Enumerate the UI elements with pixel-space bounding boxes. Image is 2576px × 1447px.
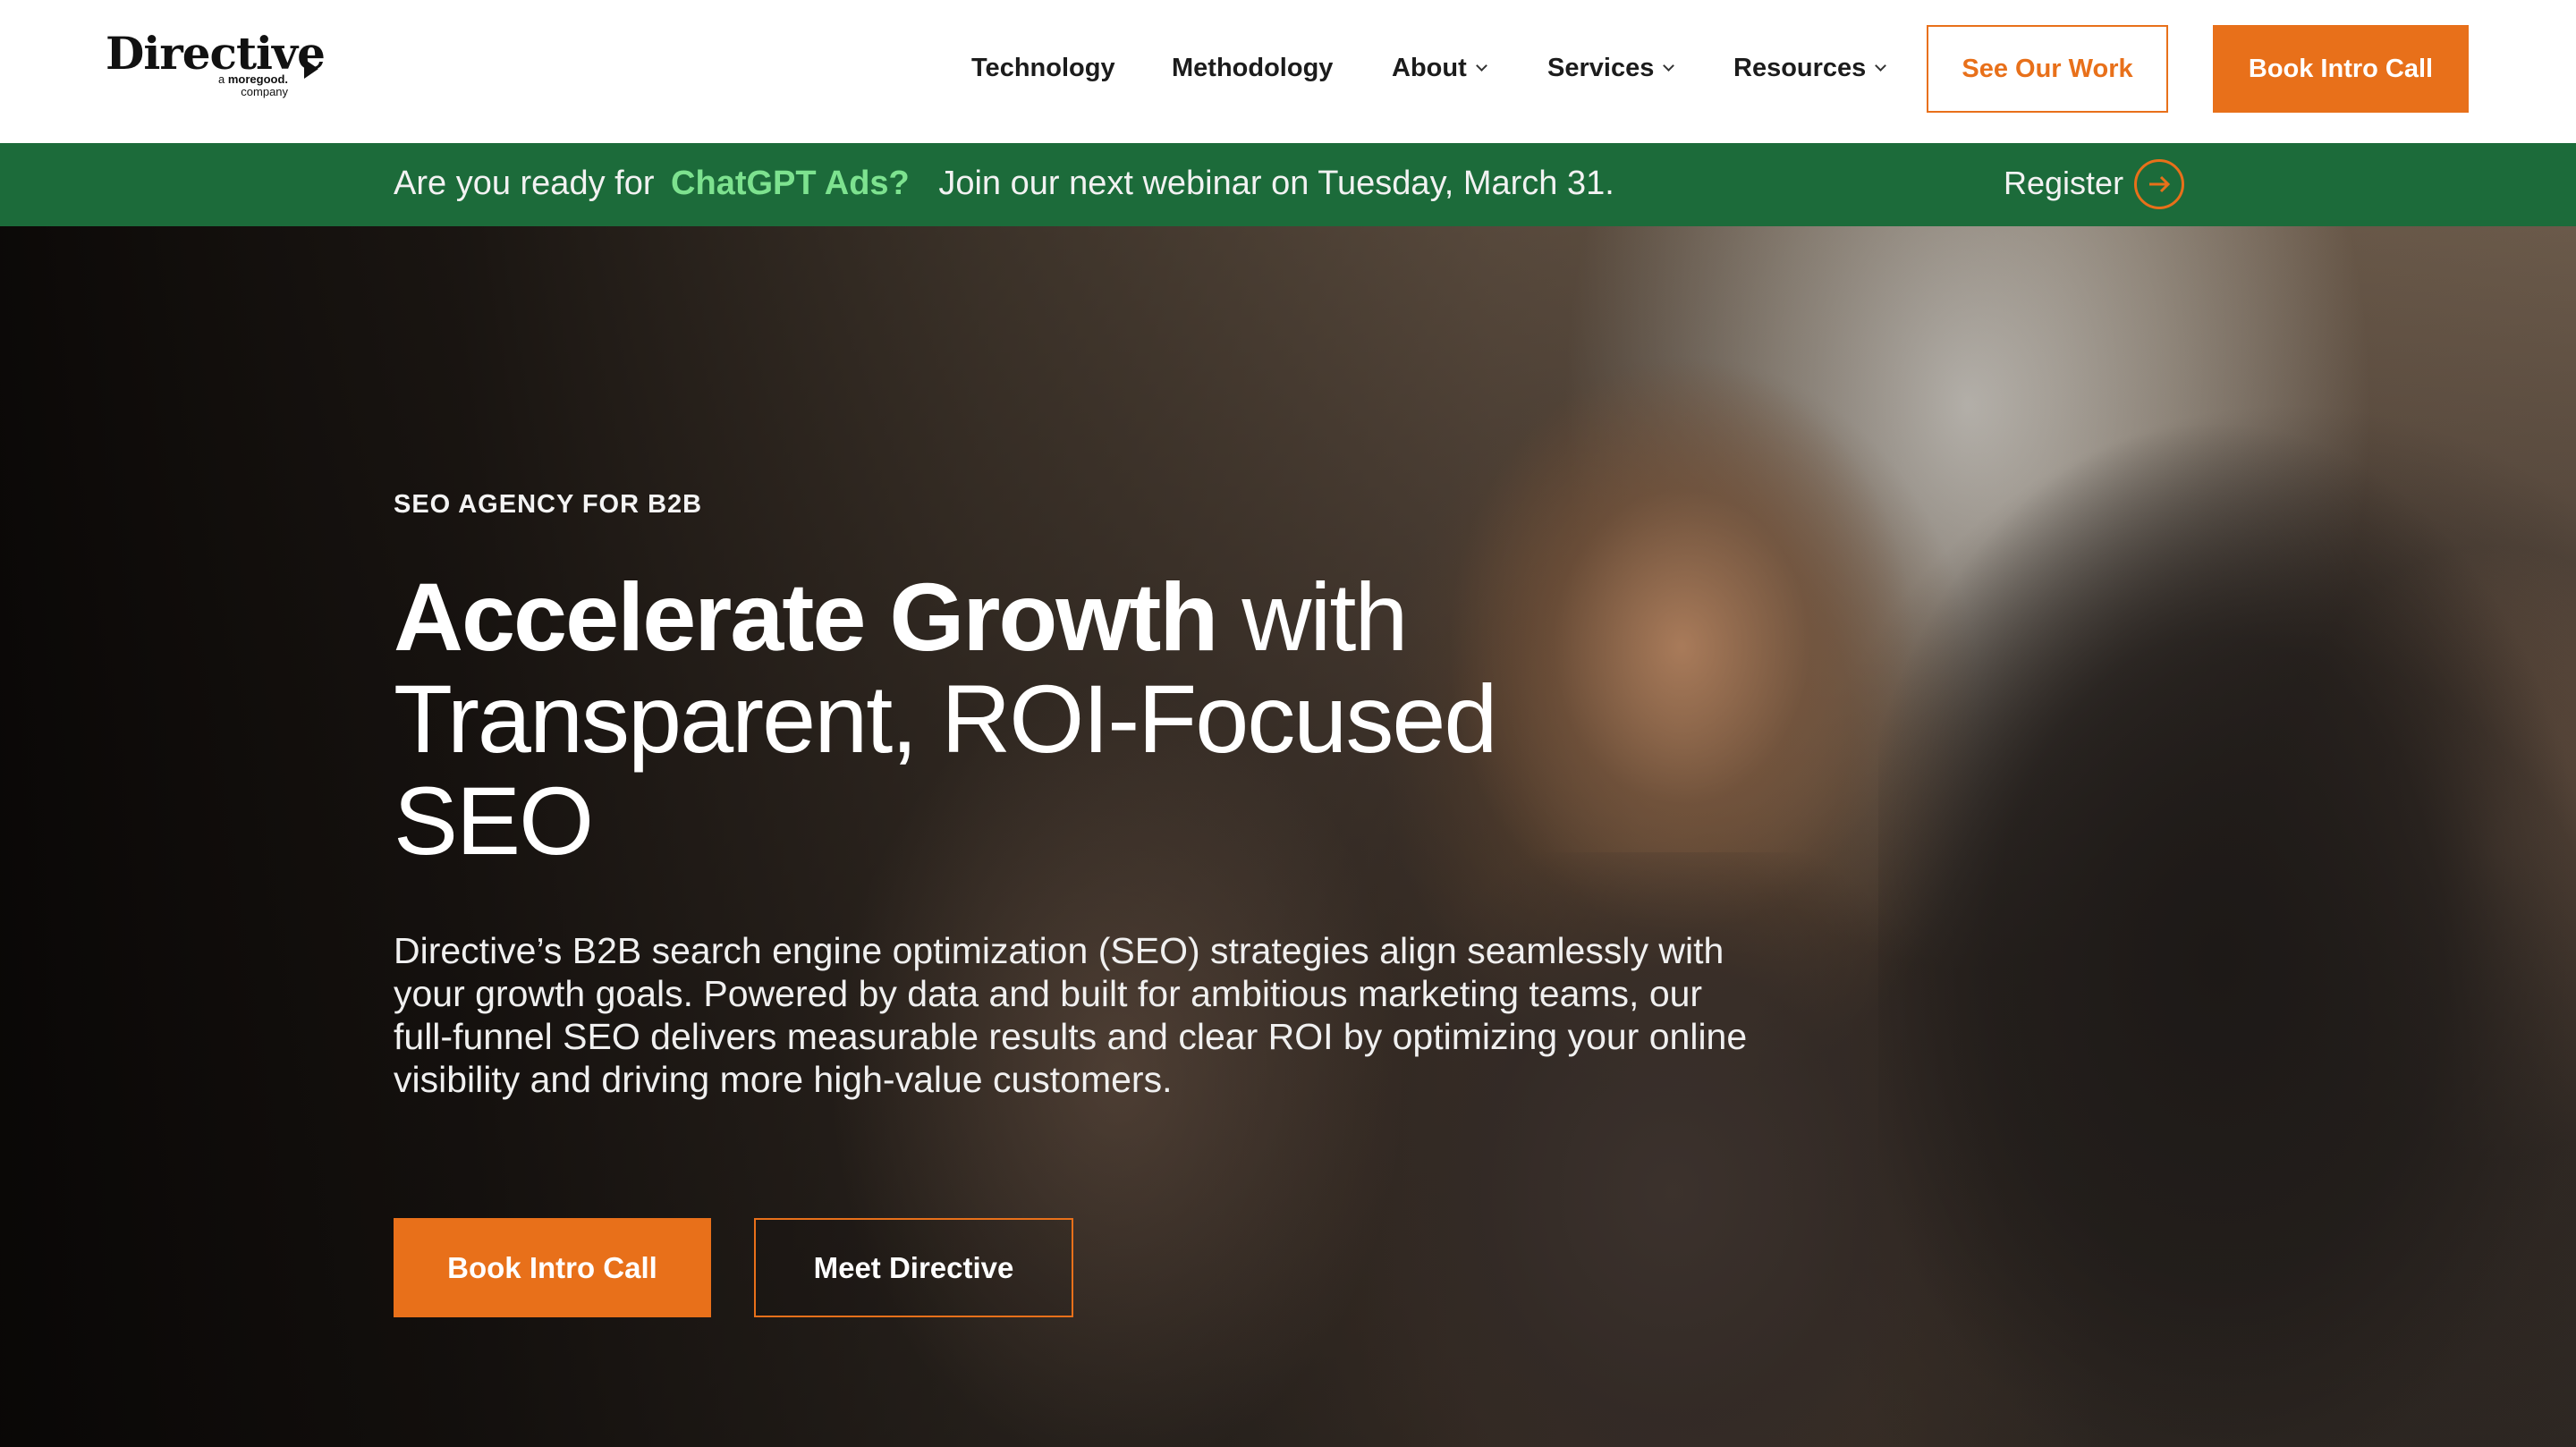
logo-sub-company: company	[241, 85, 289, 98]
headline-line-2: Transparent, ROI-Focused	[394, 664, 1497, 773]
chevron-down-icon	[1663, 60, 1675, 72]
see-our-work-button[interactable]: See Our Work	[1927, 25, 2168, 113]
logo-subline: a moregood. company	[218, 73, 288, 98]
hero-description: Directive’s B2B search engine optimizati…	[394, 930, 1748, 1100]
nav-resources-label: Resources	[1733, 54, 1867, 82]
logo-sub-brand: moregood.	[227, 72, 289, 86]
headline-bold: Accelerate Growth	[394, 563, 1218, 671]
nav-methodology[interactable]: Methodology	[1172, 54, 1333, 83]
headline-rest: with	[1241, 563, 1408, 671]
logo-sub-prefix: a	[218, 72, 225, 86]
banner-highlight: ChatGPT Ads?	[671, 165, 910, 202]
header-book-intro-call-button[interactable]: Book Intro Call	[2213, 25, 2469, 113]
hero-book-intro-call-button[interactable]: Book Intro Call	[394, 1218, 711, 1317]
chevron-down-icon	[1875, 60, 1887, 72]
site-header: Directive a moregood. company Technology…	[0, 0, 2576, 143]
chevron-down-icon	[1475, 60, 1487, 72]
headline-line-3: SEO	[394, 766, 594, 875]
nav-services[interactable]: Services	[1547, 54, 1675, 83]
banner-lead: Are you ready for	[394, 165, 655, 202]
announcement-banner: Are you ready for ChatGPT Ads? Join our …	[0, 143, 2576, 226]
hero-headline: Accelerate Growth with Transparent, ROI-…	[394, 566, 1646, 872]
nav-services-label: Services	[1547, 54, 1655, 82]
register-link[interactable]: Register	[2004, 165, 2123, 202]
arrow-right-circle-icon[interactable]	[2134, 159, 2184, 209]
hero-section: SEO AGENCY FOR B2B Accelerate Growth wit…	[0, 226, 2576, 1447]
nav-resources[interactable]: Resources	[1733, 54, 1887, 83]
logo-arrow-icon	[304, 59, 318, 79]
nav-about-label: About	[1392, 54, 1467, 82]
nav-about[interactable]: About	[1392, 54, 1487, 83]
hero-photo-foreground	[1878, 423, 2576, 1447]
logo-wordmark: Directive	[106, 27, 326, 80]
nav-methodology-label: Methodology	[1172, 54, 1334, 82]
banner-text: Are you ready for ChatGPT Ads? Join our …	[394, 165, 1614, 203]
nav-technology-label: Technology	[971, 54, 1115, 82]
hero-eyebrow: SEO AGENCY FOR B2B	[394, 490, 703, 519]
banner-message: Join our next webinar on Tuesday, March …	[938, 165, 1614, 202]
meet-directive-button[interactable]: Meet Directive	[754, 1218, 1073, 1317]
directive-logo[interactable]: Directive a moregood. company	[106, 27, 329, 107]
nav-technology[interactable]: Technology	[971, 54, 1115, 83]
